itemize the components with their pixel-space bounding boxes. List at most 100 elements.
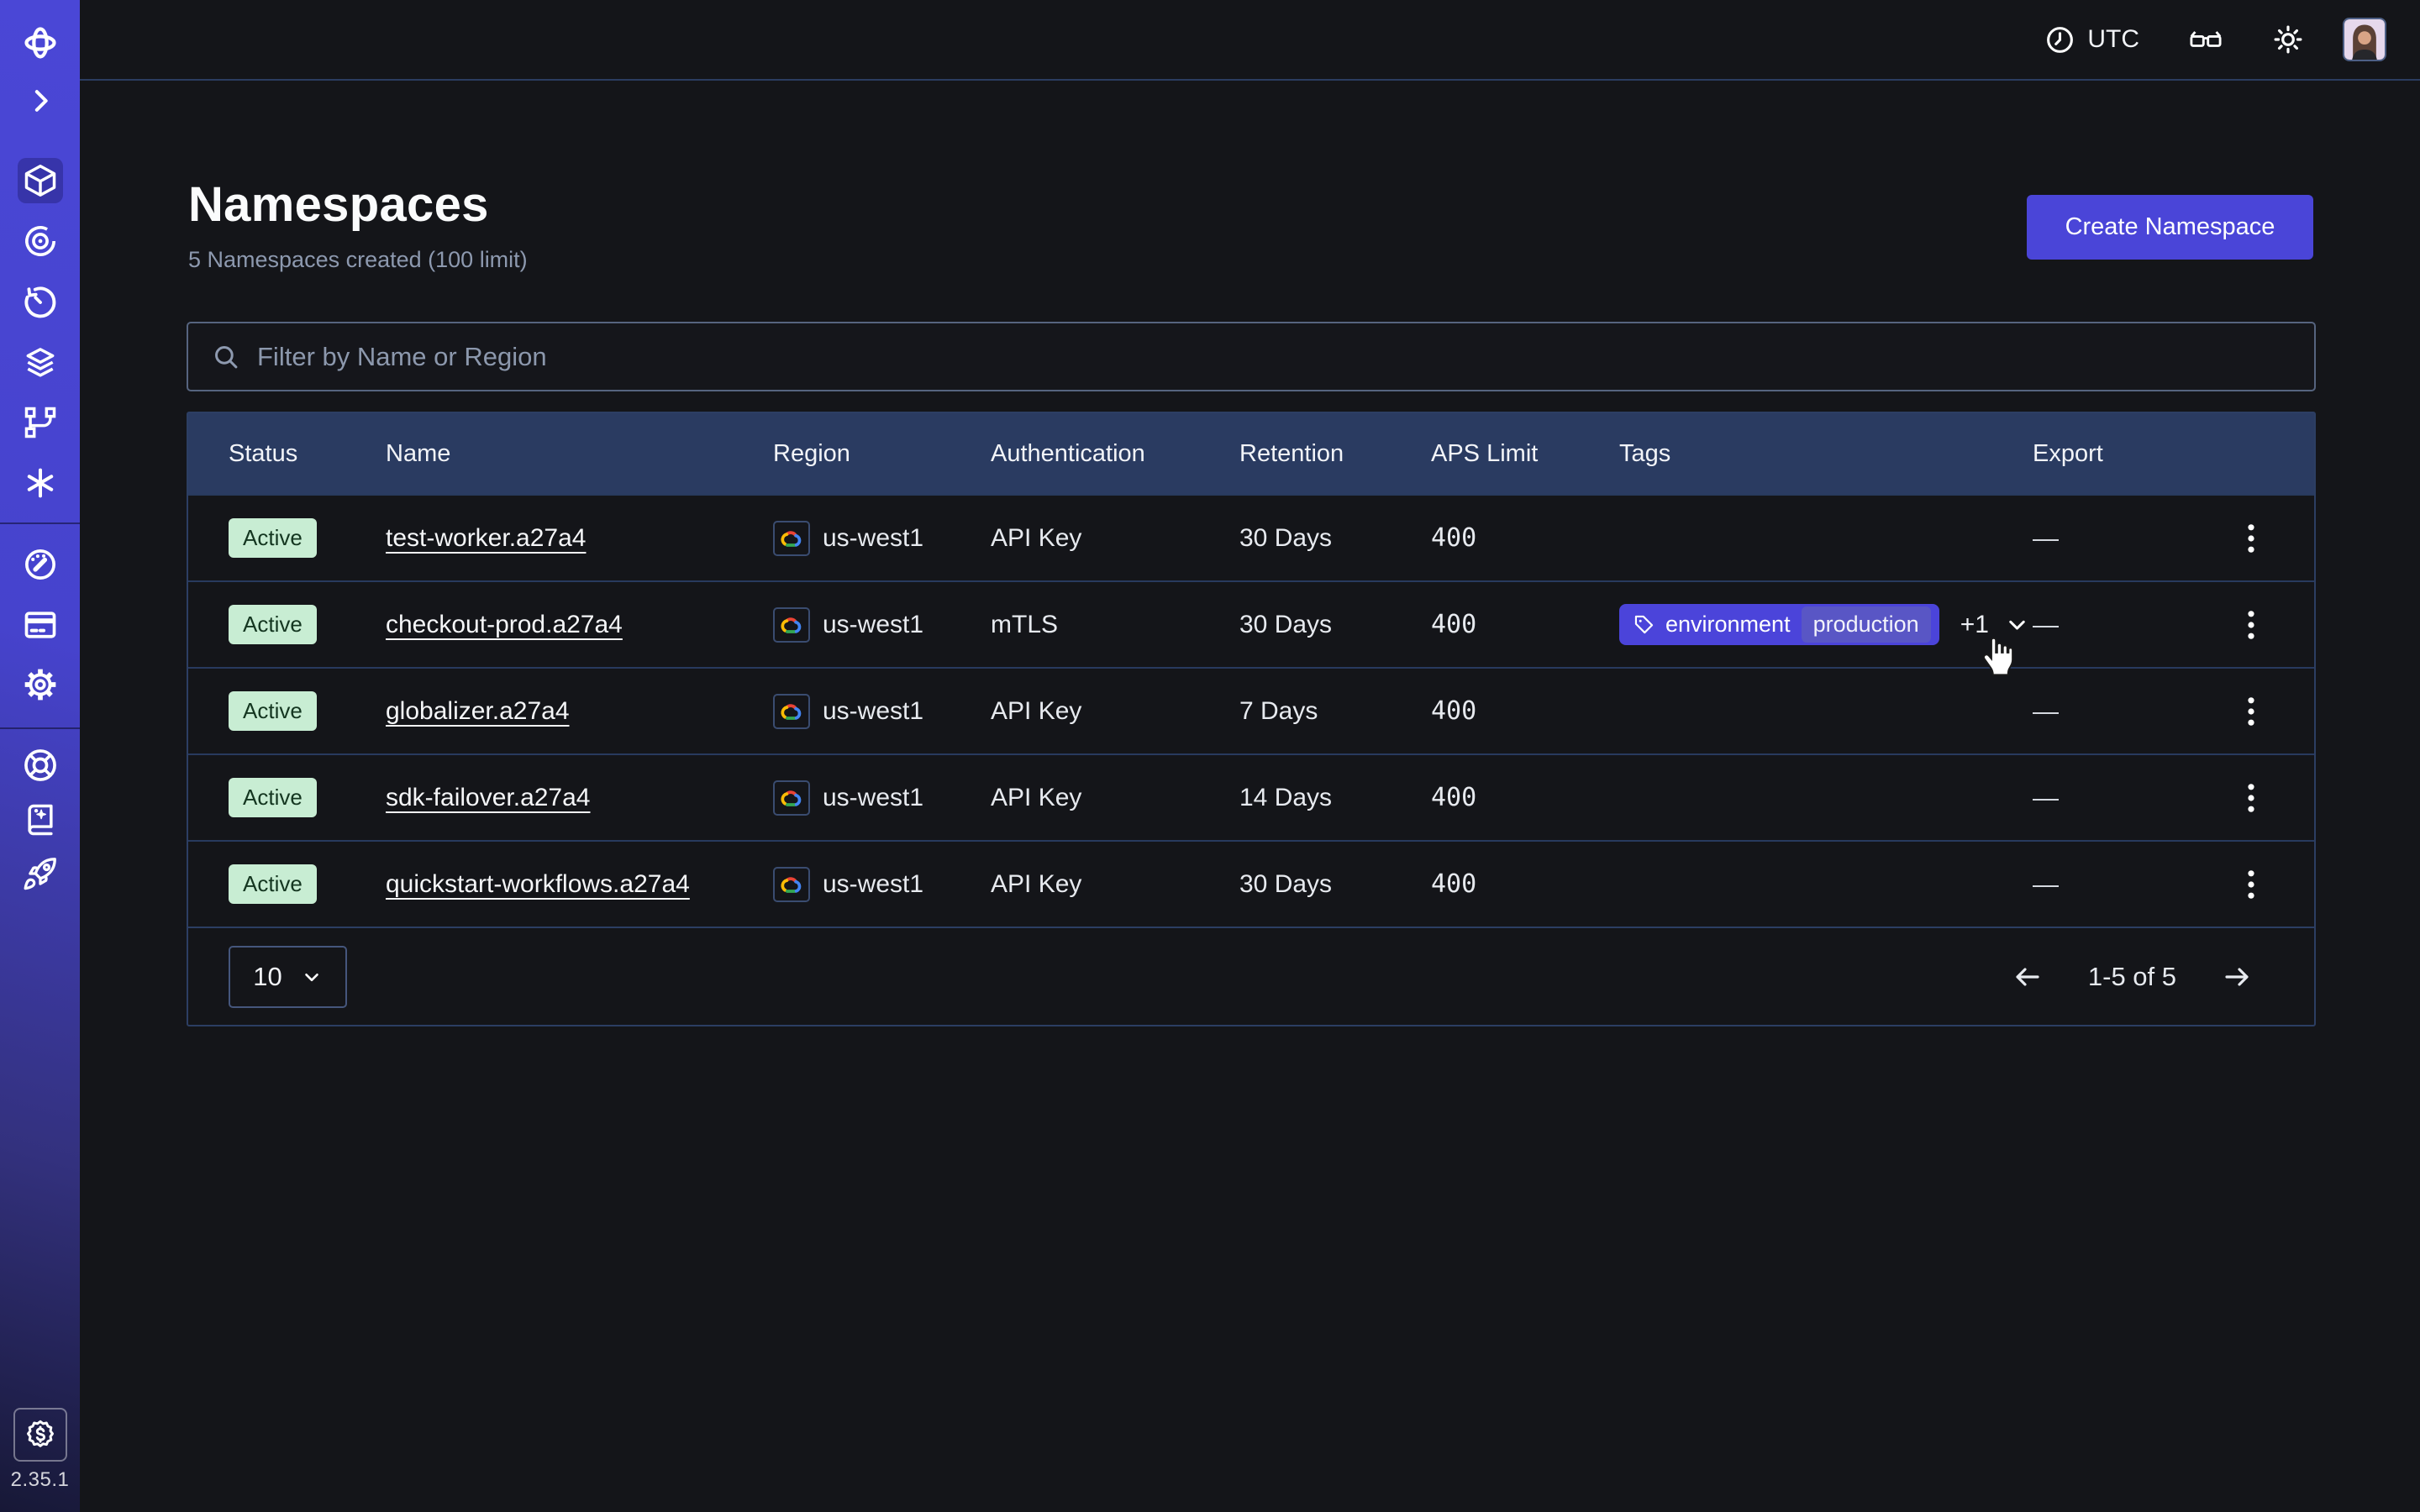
row-actions-kebab-icon[interactable] xyxy=(2235,864,2267,905)
page-subtitle: 5 Namespaces created (100 limit) xyxy=(188,247,528,273)
export-value: — xyxy=(2033,523,2059,554)
auth-label: API Key xyxy=(991,784,1239,812)
status-badge: Active xyxy=(229,605,317,644)
row-actions-kebab-icon[interactable] xyxy=(2235,778,2267,818)
app-version: 2.35.1 xyxy=(0,1468,80,1492)
region-label: us-west1 xyxy=(823,870,923,899)
timezone-label: UTC xyxy=(2087,25,2139,54)
auth-label: API Key xyxy=(991,697,1239,726)
column-header-aps-limit: APS Limit xyxy=(1431,440,1581,468)
timezone-selector[interactable]: UTC xyxy=(2044,24,2139,55)
tag-key: environment xyxy=(1665,612,1791,638)
namespace-link[interactable]: quickstart-workflows.a27a4 xyxy=(386,870,690,898)
export-value: — xyxy=(2033,610,2059,640)
sidebar-item-usage gauge-icon[interactable] xyxy=(22,546,59,583)
column-header-name: Name xyxy=(386,440,773,468)
topbar: UTC xyxy=(80,0,2420,81)
google-cloud-icon xyxy=(773,694,810,729)
sidebar-divider xyxy=(0,522,80,524)
column-header-retention: Retention xyxy=(1239,440,1431,468)
column-header-export: Export xyxy=(2033,440,2274,468)
table-row: Active sdk-failover.a27a4 us-west1 API K… xyxy=(188,753,2314,840)
tags-more-count[interactable]: +1 xyxy=(1960,611,1989,639)
auth-label: mTLS xyxy=(991,611,1239,639)
reader-mode-button glasses-icon[interactable] xyxy=(2188,24,2223,55)
status-badge: Active xyxy=(229,864,317,904)
namespaces-table: Status Name Region Authentication Retent… xyxy=(187,412,2316,1026)
region-label: us-west1 xyxy=(823,784,923,812)
filter-input[interactable] xyxy=(257,342,2291,372)
table-pagination: 10 1-5 of 5 xyxy=(188,927,2314,1025)
google-cloud-icon xyxy=(773,867,810,902)
auth-label: API Key xyxy=(991,524,1239,553)
sidebar-item-task-queues layers-icon[interactable] xyxy=(22,344,59,381)
column-header-authentication: Authentication xyxy=(991,440,1239,468)
export-value: — xyxy=(2033,783,2059,813)
temporal-logo-icon[interactable] xyxy=(21,24,60,62)
export-value: — xyxy=(2033,869,2059,900)
sidebar-item-namespaces cube-icon[interactable] xyxy=(18,158,63,203)
sidebar-item-nexus asterisk-icon[interactable] xyxy=(22,465,59,501)
tag-pill[interactable]: environment production xyxy=(1619,604,1939,645)
page-size-select[interactable]: 10 xyxy=(229,946,347,1008)
sidebar-item-deployments branch-icon[interactable] xyxy=(22,404,59,441)
google-cloud-icon xyxy=(773,607,810,643)
sidebar-item-workflows scope-icon[interactable] xyxy=(22,223,59,260)
aps-limit-value: 400 xyxy=(1431,523,1476,553)
sidebar-item-get-started rocket-icon[interactable] xyxy=(22,855,59,892)
sidebar-collapse-chevron-right-icon[interactable] xyxy=(24,84,57,118)
sidebar-item-docs book-icon[interactable] xyxy=(22,801,59,838)
column-header-status: Status xyxy=(229,440,386,468)
theme-toggle-button sun-icon[interactable] xyxy=(2272,24,2304,55)
create-namespace-button[interactable]: Create Namespace xyxy=(2027,195,2313,260)
tags-expand-chevron-down-icon[interactable] xyxy=(2004,612,2030,638)
retention-label: 30 Days xyxy=(1239,870,1431,899)
retention-label: 14 Days xyxy=(1239,784,1431,812)
namespace-link[interactable]: checkout-prod.a27a4 xyxy=(386,611,623,638)
namespace-link[interactable]: sdk-failover.a27a4 xyxy=(386,784,591,811)
google-cloud-icon xyxy=(773,521,810,556)
status-badge: Active xyxy=(229,518,317,558)
sidebar-item-support lifebuoy-icon[interactable] xyxy=(22,747,59,784)
clock-icon xyxy=(2044,24,2075,55)
status-badge: Active xyxy=(229,778,317,817)
page-title: Namespaces xyxy=(188,176,489,233)
table-row: Active test-worker.a27a4 us-west1 API Ke… xyxy=(188,494,2314,580)
google-cloud-icon xyxy=(773,780,810,816)
status-badge: Active xyxy=(229,691,317,731)
user-avatar[interactable] xyxy=(2343,18,2386,61)
auth-label: API Key xyxy=(991,870,1239,899)
sidebar: 2.35.1 xyxy=(0,0,80,1512)
sidebar-item-schedules timer-icon[interactable] xyxy=(22,284,59,321)
retention-label: 7 Days xyxy=(1239,697,1431,726)
region-label: us-west1 xyxy=(823,611,923,639)
row-actions-kebab-icon[interactable] xyxy=(2235,605,2267,645)
region-label: us-west1 xyxy=(823,697,923,726)
tags-cell: environment production +1 xyxy=(1581,604,2033,645)
search-icon xyxy=(212,343,240,371)
sidebar-item-billing card-icon[interactable] xyxy=(22,606,59,643)
table-row: Active checkout-prod.a27a4 us-west1 mTLS… xyxy=(188,580,2314,667)
previous-page-button arrow-left-icon[interactable] xyxy=(2009,958,2046,995)
row-actions-kebab-icon[interactable] xyxy=(2235,691,2267,732)
region-label: us-west1 xyxy=(823,524,923,553)
row-actions-kebab-icon[interactable] xyxy=(2235,518,2267,559)
table-header-row: Status Name Region Authentication Retent… xyxy=(188,413,2314,494)
aps-limit-value: 400 xyxy=(1431,610,1476,639)
retention-label: 30 Days xyxy=(1239,524,1431,553)
column-header-region: Region xyxy=(773,440,991,468)
next-page-button arrow-right-icon[interactable] xyxy=(2218,958,2255,995)
namespace-link[interactable]: test-worker.a27a4 xyxy=(386,524,586,552)
aps-limit-value: 400 xyxy=(1431,783,1476,812)
namespace-link[interactable]: globalizer.a27a4 xyxy=(386,697,570,725)
page-size-value: 10 xyxy=(253,962,281,992)
sidebar-item-settings gear-icon[interactable] xyxy=(22,666,59,703)
export-value: — xyxy=(2033,696,2059,727)
retention-label: 30 Days xyxy=(1239,611,1431,639)
billing-badge-button money-badge-icon[interactable] xyxy=(13,1408,67,1462)
aps-limit-value: 400 xyxy=(1431,696,1476,726)
column-header-tags: Tags xyxy=(1581,440,2033,468)
tag-icon xyxy=(1633,613,1655,636)
tag-value: production xyxy=(1802,606,1931,643)
aps-limit-value: 400 xyxy=(1431,869,1476,899)
